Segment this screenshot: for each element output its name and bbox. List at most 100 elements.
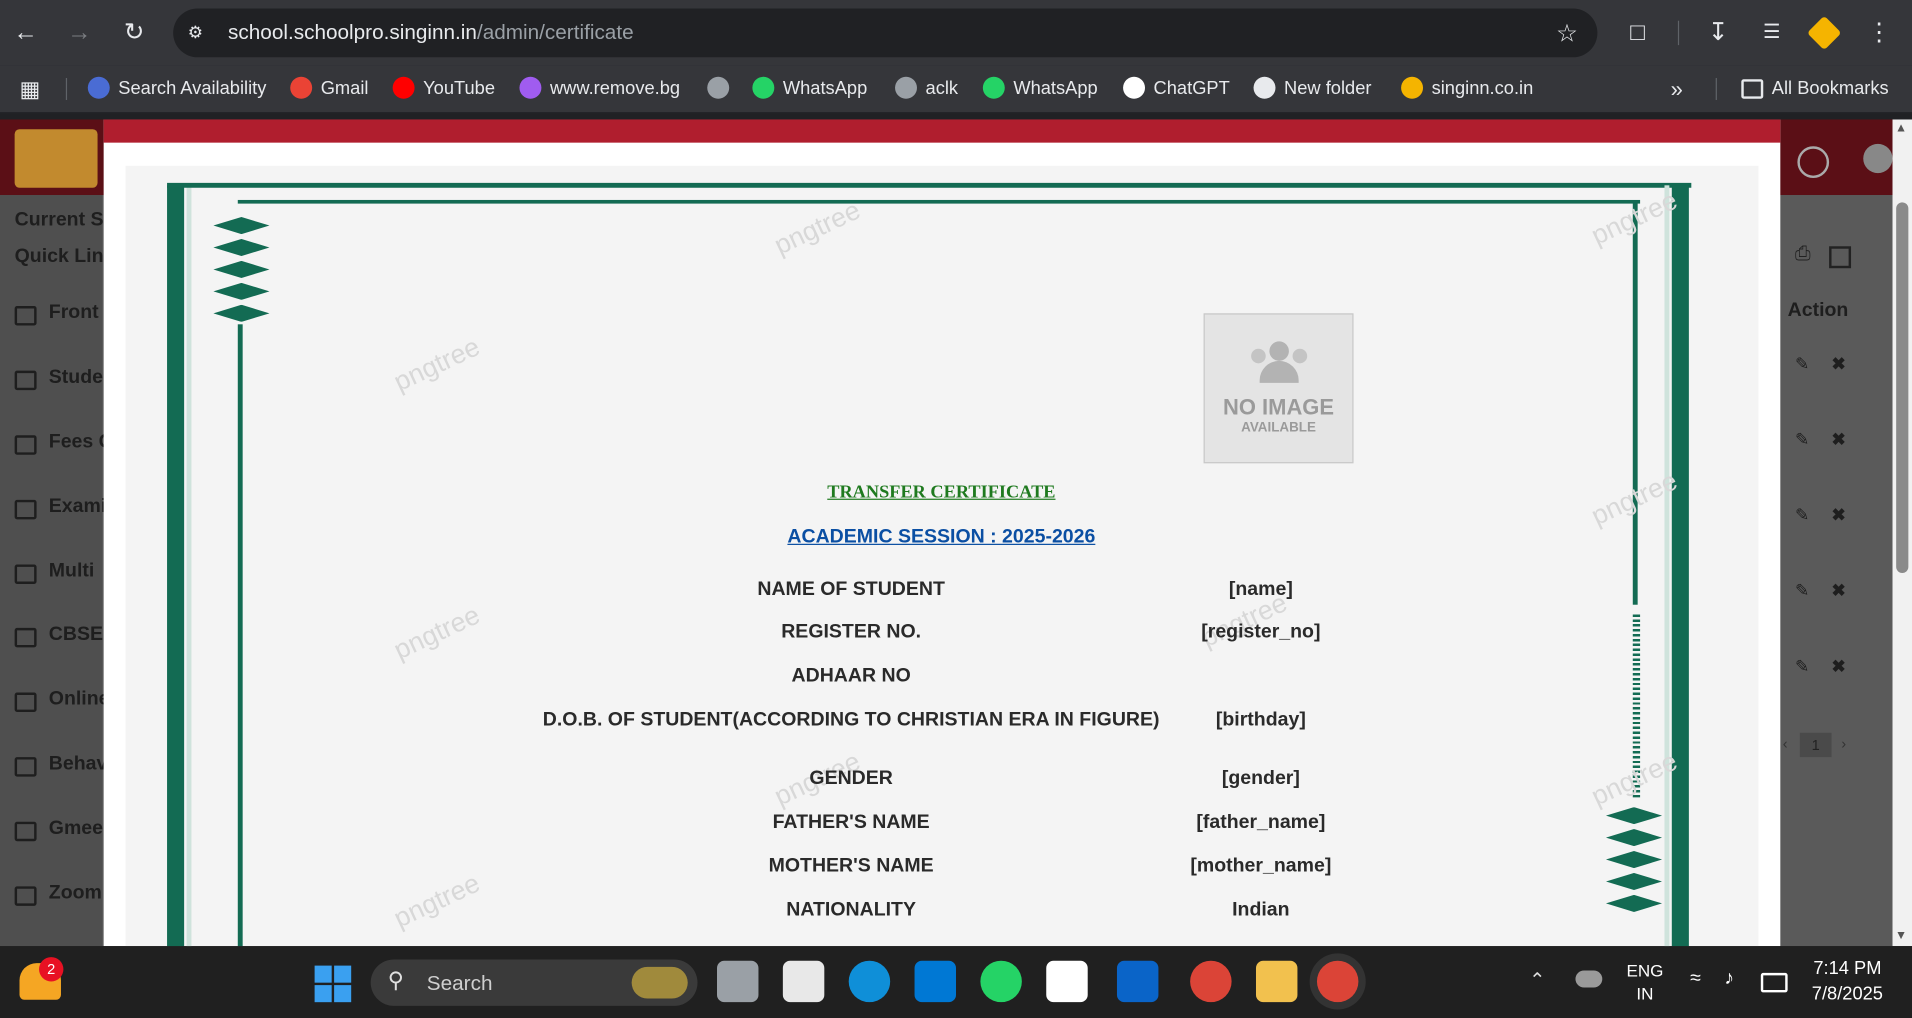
sidebar-item[interactable]: Gmee: [14, 818, 103, 842]
back-icon[interactable]: ←: [7, 15, 44, 52]
sidebar: Current Se Quick Lin Front Stude Fees C Exami…: [0, 195, 114, 947]
extensions-icon[interactable]: □: [1619, 15, 1656, 52]
delete-icon[interactable]: ✖: [1832, 429, 1846, 450]
media-control-icon[interactable]: ☰: [1753, 15, 1790, 52]
whatsapp-app-icon[interactable]: [980, 960, 1022, 1003]
border-diamond-ornament: [213, 217, 270, 235]
menu-item-icon: [14, 692, 37, 713]
sidebar-item[interactable]: Front: [14, 302, 99, 326]
taskbar-search[interactable]: ⚲ Search: [370, 959, 698, 1006]
profile-extension-icon[interactable]: [1806, 15, 1842, 51]
edit-icon[interactable]: ✎: [1795, 505, 1809, 526]
available-text: AVAILABLE: [1241, 420, 1316, 436]
site-info-icon[interactable]: ⚙: [188, 22, 212, 44]
print-icon[interactable]: ⎙: [1795, 244, 1811, 266]
page-scrollbar[interactable]: ▲ ▼: [1892, 119, 1912, 947]
bookmark-star-icon[interactable]: ☆: [1556, 18, 1578, 48]
columns-icon[interactable]: [1829, 246, 1852, 269]
app-r-icon[interactable]: [1046, 960, 1088, 1003]
vscode-icon[interactable]: [914, 960, 957, 1003]
more-bookmarks-icon[interactable]: »: [1671, 66, 1683, 112]
all-bookmarks-button[interactable]: All Bookmarks: [1741, 66, 1889, 112]
language-code[interactable]: ENG: [1617, 961, 1673, 981]
battery-icon[interactable]: [1760, 972, 1788, 993]
border-diamond-ornament: [213, 282, 270, 300]
outlook-icon[interactable]: [1116, 960, 1159, 1003]
bookmark-item[interactable]: Gmail: [290, 66, 368, 112]
bookmark-item[interactable]: WhatsApp: [752, 66, 867, 112]
delete-icon[interactable]: ✖: [1832, 505, 1846, 526]
scroll-up-icon[interactable]: ▲: [1895, 122, 1907, 135]
bookmark-item[interactable]: aclk: [895, 66, 958, 112]
border-diamond-ornament: [1605, 807, 1663, 825]
search-icon: ⚲: [387, 968, 404, 993]
windows-start-icon[interactable]: [314, 965, 352, 1003]
download-icon[interactable]: ↧: [1700, 15, 1737, 52]
certificate-field-label: NATIONALITY: [786, 899, 916, 921]
pagination-prev-icon[interactable]: ‹: [1783, 735, 1788, 752]
volume-icon[interactable]: ♪: [1724, 968, 1734, 990]
sidebar-item[interactable]: Exami: [14, 496, 106, 520]
language-region[interactable]: IN: [1617, 984, 1673, 1004]
sidebar-item[interactable]: Quick Lin: [15, 246, 104, 268]
tray-overflow-icon[interactable]: ⌃: [1529, 968, 1545, 992]
bookmark-item[interactable]: www.remove.bg: [519, 66, 680, 112]
menu-item-icon: [14, 435, 37, 455]
sidebar-item[interactable]: Stude: [14, 367, 103, 391]
edit-icon[interactable]: ✎: [1795, 656, 1809, 677]
bookmark-item[interactable]: singinn.co.in: [1401, 66, 1533, 112]
wifi-icon[interactable]: ≈: [1690, 968, 1701, 990]
sidebar-item[interactable]: Multi: [14, 561, 94, 584]
delete-icon[interactable]: ✖: [1832, 580, 1846, 601]
globe-icon: [707, 76, 730, 99]
clock-time[interactable]: 7:14 PM: [1793, 958, 1903, 979]
url-text[interactable]: school.schoolpro.singinn.in/admin/certif…: [228, 9, 634, 58]
chrome-active-icon[interactable]: [1316, 960, 1359, 1003]
bookmark-item[interactable]: WhatsApp: [982, 66, 1098, 112]
sidebar-item[interactable]: Behav: [14, 753, 107, 777]
bookmark-item[interactable]: New folder: [1253, 66, 1372, 112]
certificate-field-value: [gender]: [1221, 768, 1300, 789]
edge-icon[interactable]: [848, 960, 891, 1003]
certificate-field-label: ADHAAR NO: [791, 665, 911, 687]
sidebar-item[interactable]: Current Se: [15, 210, 115, 232]
certificate-field-value: [name]: [1228, 579, 1293, 600]
modal-top-bar: [103, 119, 1781, 143]
delete-icon[interactable]: ✖: [1832, 354, 1846, 375]
bookmark-label: aclk: [925, 78, 959, 99]
edit-icon[interactable]: ✎: [1795, 354, 1809, 375]
pagination-next-icon[interactable]: ›: [1841, 735, 1846, 752]
scrollbar-thumb[interactable]: [1896, 202, 1909, 574]
forward-icon[interactable]: →: [61, 15, 98, 52]
certificate-border-top-inner: [237, 199, 1641, 204]
bookmark-label: New folder: [1284, 78, 1372, 99]
sidebar-item[interactable]: Online: [14, 688, 110, 713]
edit-icon[interactable]: ✎: [1795, 429, 1809, 450]
pagination-page[interactable]: 1: [1799, 732, 1832, 758]
file-explorer-icon[interactable]: [1255, 960, 1298, 1003]
menu-icon[interactable]: ⋮: [1861, 15, 1898, 52]
scroll-down-icon[interactable]: ▼: [1895, 929, 1907, 942]
clock-date[interactable]: 7/8/2025: [1793, 984, 1903, 1005]
chrome-icon[interactable]: [1190, 960, 1232, 1003]
address-bar[interactable]: ⚙ school.schoolpro.singinn.in/admin/cert…: [173, 8, 1598, 58]
task-view-icon[interactable]: [717, 960, 759, 1003]
certificate-border-left-line: [237, 324, 243, 966]
whatsapp-icon[interactable]: [1797, 146, 1830, 179]
sidebar-item-label: Online: [48, 688, 110, 710]
delete-icon[interactable]: ✖: [1832, 656, 1846, 677]
bookmark-item[interactable]: [707, 66, 737, 112]
watermark: pngtree: [769, 194, 865, 261]
sidebar-item[interactable]: CBSE: [14, 624, 103, 648]
apps-grid-icon[interactable]: ▦: [20, 66, 41, 112]
sidebar-item[interactable]: Zoom: [14, 883, 102, 906]
globe-icon: [895, 76, 917, 99]
bookmark-item[interactable]: ChatGPT: [1123, 66, 1230, 112]
reload-icon[interactable]: ↻: [116, 15, 153, 52]
user-avatar[interactable]: [1863, 143, 1893, 174]
bookmark-item[interactable]: YouTube: [392, 66, 495, 112]
bookmark-item[interactable]: Search Availability: [87, 66, 266, 112]
onedrive-icon[interactable]: [1575, 970, 1603, 988]
microsoft-store-icon[interactable]: [782, 960, 825, 1003]
edit-icon[interactable]: ✎: [1795, 580, 1809, 601]
